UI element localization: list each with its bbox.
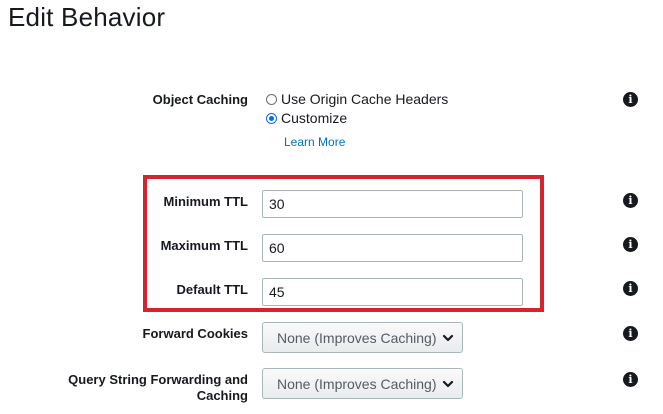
- select-value: None (Improves Caching): [277, 375, 437, 392]
- radio-button-selected[interactable]: [266, 112, 277, 124]
- chevron-down-icon: [442, 380, 454, 387]
- query-string-select[interactable]: None (Improves Caching): [262, 368, 463, 399]
- radio-button[interactable]: [266, 93, 277, 105]
- info-circle-icon[interactable]: i: [623, 193, 638, 208]
- edit-behavior-page: Edit Behavior Object Caching Use Origin …: [0, 0, 663, 414]
- info-circle-icon[interactable]: i: [623, 281, 638, 296]
- chevron-down-icon: [442, 334, 454, 341]
- info-circle-icon[interactable]: i: [623, 237, 638, 252]
- minimum-ttl-input[interactable]: [262, 190, 523, 218]
- radio-use-origin-cache-headers[interactable]: Use Origin Cache Headers: [266, 91, 448, 107]
- info-circle-icon[interactable]: i: [623, 92, 638, 107]
- learn-more-link[interactable]: Learn More: [284, 135, 345, 149]
- page-title: Edit Behavior: [8, 2, 166, 32]
- info-circle-icon[interactable]: i: [623, 372, 638, 387]
- maximum-ttl-input[interactable]: [262, 234, 523, 262]
- info-circle-icon[interactable]: i: [623, 326, 638, 341]
- default-ttl-input[interactable]: [262, 278, 523, 306]
- forward-cookies-select[interactable]: None (Improves Caching): [262, 322, 463, 353]
- object-caching-label: Object Caching: [152, 92, 248, 107]
- maximum-ttl-label: Maximum TTL: [160, 238, 248, 253]
- select-value: None (Improves Caching): [277, 329, 437, 346]
- radio-label: Use Origin Cache Headers: [281, 91, 449, 107]
- radio-label: Customize: [281, 110, 348, 126]
- default-ttl-label: Default TTL: [176, 282, 249, 297]
- radio-customize[interactable]: Customize: [266, 110, 347, 126]
- query-string-label: Query String Forwarding and Caching: [68, 372, 248, 403]
- minimum-ttl-label: Minimum TTL: [163, 194, 249, 209]
- forward-cookies-label: Forward Cookies: [142, 326, 248, 341]
